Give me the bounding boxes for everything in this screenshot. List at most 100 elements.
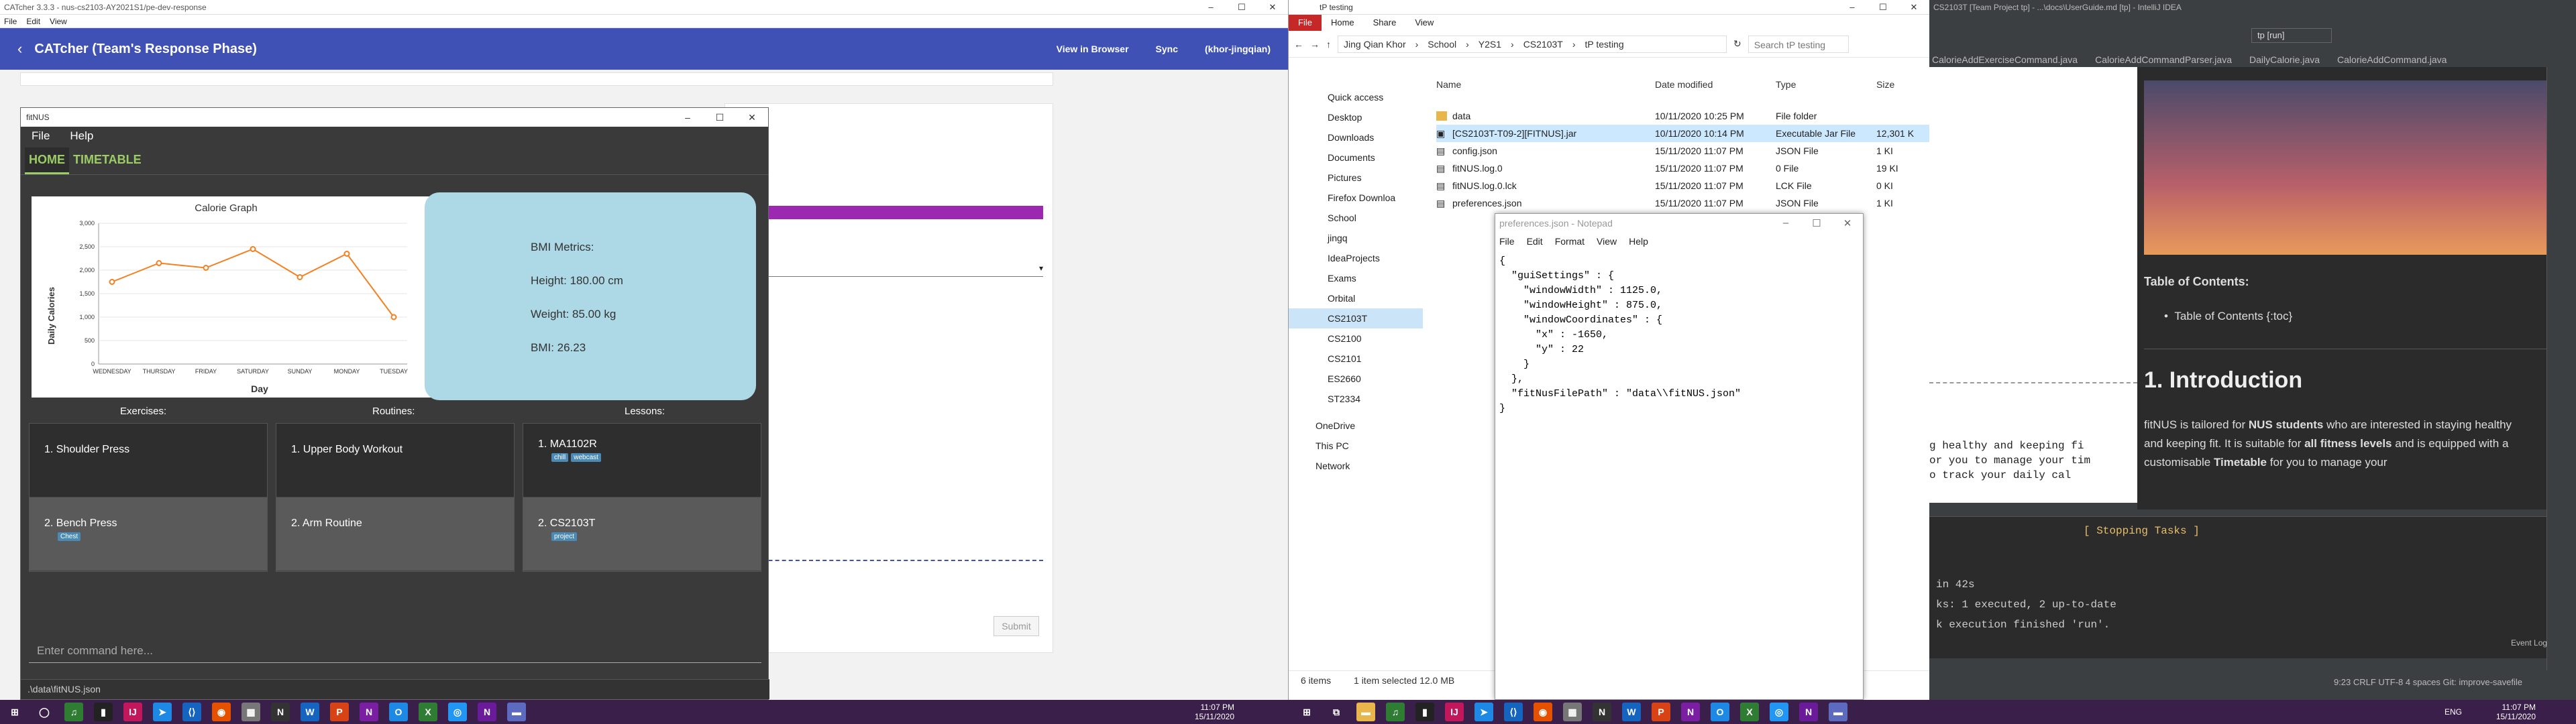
col-size[interactable]: Size — [1876, 79, 1894, 90]
tab-home[interactable]: HOME — [25, 147, 69, 174]
file-explorer-icon[interactable]: ▬ — [1356, 703, 1375, 721]
run-config-select[interactable]: tp [run] — [2251, 28, 2332, 43]
nav-item[interactable]: Quick access — [1289, 87, 1423, 107]
nav-item[interactable]: Documents — [1289, 147, 1423, 168]
forward-icon[interactable]: → — [1310, 39, 1320, 50]
file-row[interactable]: ▤ fitNUS.log.0 15/11/2020 11:07 PM 0 Fil… — [1436, 160, 1933, 177]
taskbar-clock[interactable]: 11:07 PM 15/11/2020 — [2496, 703, 2536, 721]
outlook-icon[interactable]: O — [1711, 703, 1729, 721]
ribbon-file[interactable]: File — [1289, 15, 1322, 31]
task-view-icon[interactable]: ⧉ — [1327, 703, 1346, 721]
taskbar-clock[interactable]: 11:07 PM 15/11/2020 — [1195, 703, 1234, 721]
app-icon[interactable]: ▦ — [1563, 703, 1582, 721]
language-indicator[interactable]: ENG — [2445, 707, 2462, 717]
back-icon[interactable]: ← — [1294, 39, 1303, 50]
col-type[interactable]: Type — [1776, 79, 1796, 90]
sync-button[interactable]: Sync — [1156, 44, 1178, 54]
search-input[interactable]: Search tP testing — [1748, 35, 1849, 53]
back-arrow-icon[interactable]: ‹ — [17, 40, 22, 58]
list-item[interactable]: 2. Arm Routine — [276, 497, 514, 571]
file-row[interactable]: ▤ config.json 15/11/2020 11:07 PM JSON F… — [1436, 142, 1933, 160]
tab-file[interactable]: CalorieAddCommandParser.java — [2095, 54, 2232, 65]
list-item[interactable]: 1. MA1102R chill webcast — [523, 424, 761, 497]
telegram-icon[interactable]: ➤ — [153, 703, 172, 721]
catcher-taskbar-icon[interactable]: ▬ — [507, 703, 526, 721]
maximize-icon[interactable]: ☐ — [1801, 217, 1832, 229]
ribbon-home[interactable]: Home — [1322, 15, 1364, 31]
event-log-button[interactable]: Event Log — [2511, 638, 2547, 648]
spotify-icon[interactable]: ♫ — [64, 703, 83, 721]
onenote-icon[interactable]: N — [360, 703, 378, 721]
tab-file[interactable]: CalorieAddExerciseCommand.java — [1932, 54, 2078, 65]
nav-item[interactable]: School — [1289, 208, 1423, 228]
nav-item[interactable]: Network — [1289, 456, 1423, 476]
powerpoint-icon[interactable]: P — [330, 703, 349, 721]
maximize-icon[interactable]: ☐ — [1868, 2, 1898, 13]
tab-file[interactable]: DailyCalorie.java — [2249, 54, 2320, 65]
markdown-editor[interactable]: g healthy and keeping fi or you to manag… — [1929, 67, 2137, 503]
nav-item[interactable]: ES2660 — [1289, 369, 1423, 389]
menu-view[interactable]: View — [1597, 236, 1617, 247]
intellij-icon[interactable]: IJ — [123, 703, 142, 721]
file-row[interactable]: ▣ [CS2103T-T09-2][FITNUS].jar 10/11/2020… — [1436, 125, 1933, 142]
nav-item[interactable]: Orbital — [1289, 288, 1423, 308]
menu-file[interactable]: File — [1499, 236, 1515, 247]
maximize-icon[interactable]: ☐ — [704, 112, 736, 123]
search-icon[interactable]: ◯ — [35, 703, 54, 721]
menu-view[interactable]: View — [50, 17, 67, 26]
excel-icon[interactable]: X — [419, 703, 437, 721]
nav-item[interactable]: CS2100 — [1289, 328, 1423, 349]
app-icon[interactable]: ▬ — [1829, 703, 1847, 721]
excel-icon[interactable]: X — [1740, 703, 1759, 721]
file-row[interactable]: ▤ preferences.json 15/11/2020 11:07 PM J… — [1436, 194, 1933, 212]
col-name[interactable]: Name — [1436, 79, 1461, 90]
minimize-icon[interactable]: – — [672, 112, 704, 123]
tab-timetable[interactable]: TIMETABLE — [69, 147, 146, 174]
user-button[interactable]: (khor-jingqian) — [1205, 44, 1271, 54]
notepad-text-area[interactable]: { "guiSettings" : { "windowWidth" : 1125… — [1495, 250, 1863, 420]
nav-item[interactable]: jingq — [1289, 228, 1423, 248]
notion-icon[interactable]: N — [1593, 703, 1611, 721]
crumb[interactable]: School — [1428, 39, 1456, 50]
tab-file[interactable]: CalorieAddCommand.java — [2337, 54, 2447, 65]
refresh-icon[interactable]: ↻ — [1733, 38, 1741, 50]
up-icon[interactable]: ↑ — [1326, 39, 1331, 50]
powerpoint-icon[interactable]: P — [1652, 703, 1670, 721]
crumb[interactable]: tP testing — [1585, 39, 1624, 50]
ribbon-view[interactable]: View — [1405, 15, 1443, 31]
onenote-icon[interactable]: N — [478, 703, 496, 721]
start-icon[interactable]: ⊞ — [5, 703, 24, 721]
command-input[interactable]: Enter command here... — [29, 639, 761, 663]
minimize-icon[interactable]: – — [1195, 2, 1226, 13]
start-icon[interactable]: ⊞ — [1297, 703, 1316, 721]
close-icon[interactable]: ✕ — [1257, 2, 1288, 13]
nav-item[interactable]: CS2103T — [1289, 308, 1423, 328]
close-icon[interactable]: ✕ — [1832, 217, 1863, 229]
nav-item[interactable]: Pictures — [1289, 168, 1423, 188]
notion-icon[interactable]: N — [271, 703, 290, 721]
crumb[interactable]: Jing Qian Khor — [1344, 39, 1406, 50]
telegram-icon[interactable]: ➤ — [1474, 703, 1493, 721]
view-in-browser-button[interactable]: View in Browser — [1057, 44, 1129, 54]
menu-format[interactable]: Format — [1555, 236, 1585, 247]
intellij-icon[interactable]: IJ — [1445, 703, 1464, 721]
close-icon[interactable]: ✕ — [1898, 2, 1929, 13]
file-row[interactable]: data 10/11/2020 10:25 PM File folder — [1436, 107, 1933, 125]
minimize-icon[interactable]: – — [1770, 217, 1801, 229]
nav-item[interactable]: OneDrive — [1289, 416, 1423, 436]
onenote-icon[interactable]: N — [1681, 703, 1700, 721]
nav-item[interactable]: Firefox Downloa — [1289, 188, 1423, 208]
terminal-icon[interactable]: ▮ — [1415, 703, 1434, 721]
list-item[interactable]: 1. Shoulder Press — [30, 424, 267, 497]
nav-item[interactable]: Exams — [1289, 268, 1423, 288]
breadcrumb[interactable]: Jing Qian Khor › School › Y2S1 › CS2103T › t… — [1338, 35, 1727, 53]
dropdown[interactable]: ▾ — [728, 263, 1043, 277]
spotify-icon[interactable]: ♫ — [1386, 703, 1405, 721]
menu-file[interactable]: File — [4, 17, 17, 26]
menu-file[interactable]: File — [32, 129, 50, 143]
terminal-icon[interactable]: ▮ — [94, 703, 113, 721]
crumb[interactable]: CS2103T — [1523, 39, 1563, 50]
list-item[interactable]: 2. Bench Press Chest — [30, 497, 267, 571]
app-icon[interactable]: ▦ — [241, 703, 260, 721]
menu-edit[interactable]: Edit — [26, 17, 40, 26]
